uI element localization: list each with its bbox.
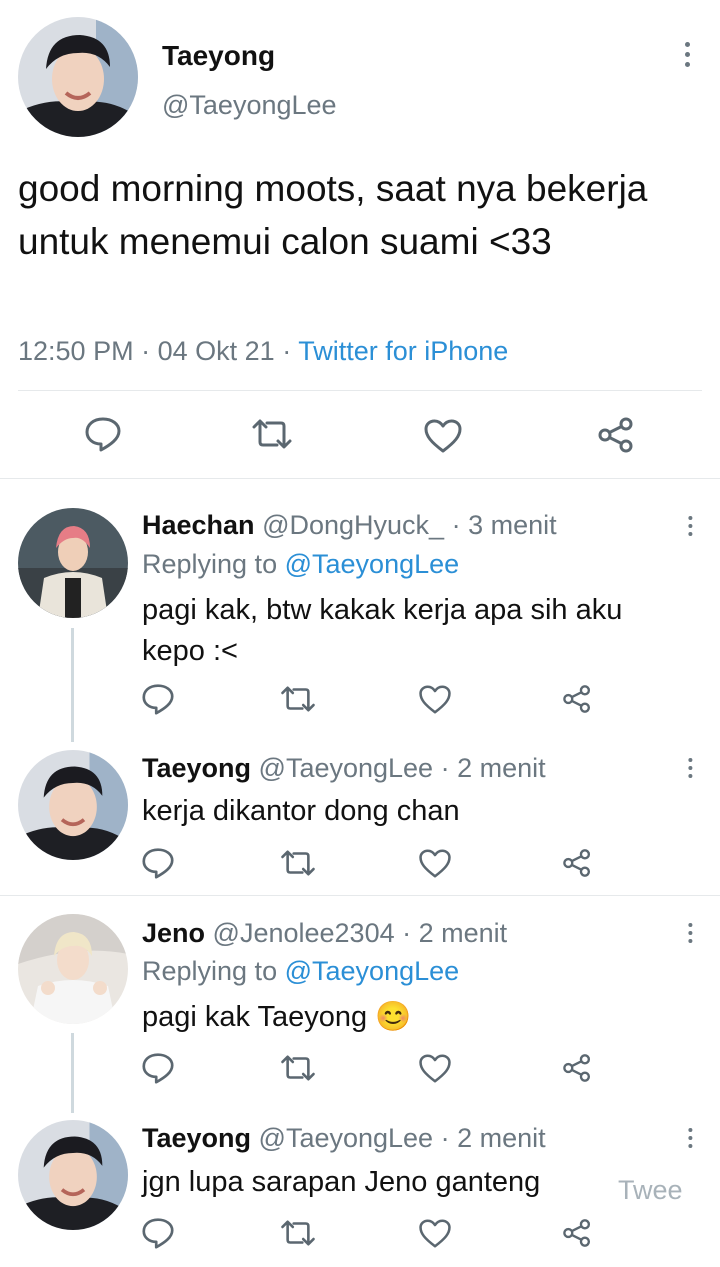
tweet-time: 12:50 PM — [18, 336, 134, 366]
reply-icon[interactable] — [141, 683, 175, 715]
tweet-source-link[interactable]: Twitter for iPhone — [298, 336, 508, 366]
separator: · — [440, 1123, 450, 1153]
reply-header: Taeyong @TaeyongLee · 2 menit — [142, 1123, 546, 1154]
like-icon[interactable] — [418, 1053, 452, 1084]
author-name[interactable]: Taeyong — [162, 40, 275, 72]
avatar[interactable] — [18, 750, 128, 860]
retweet-icon[interactable] — [279, 1219, 317, 1247]
like-icon[interactable] — [423, 418, 463, 454]
share-icon[interactable] — [562, 1053, 592, 1083]
tweet-compose-button[interactable]: Twee — [618, 1175, 683, 1206]
like-icon[interactable] — [418, 684, 452, 715]
reply-icon[interactable] — [84, 416, 122, 452]
retweet-icon[interactable] — [250, 418, 294, 450]
reply-text: pagi kak, btw kakak kerja apa sih aku ke… — [142, 594, 623, 667]
tweet-text: good morning moots, saat nya bekerja unt… — [18, 168, 648, 262]
author-handle[interactable]: @DongHyuck_ — [262, 510, 444, 540]
like-icon[interactable] — [418, 848, 452, 879]
timestamp: 3 menit — [468, 510, 557, 540]
share-icon[interactable] — [562, 684, 592, 714]
author-handle[interactable]: @TaeyongLee — [259, 1123, 434, 1153]
divider — [0, 478, 720, 479]
separator: · — [141, 336, 151, 366]
avatar[interactable] — [18, 508, 128, 618]
reply-header: Jeno @Jenolee2304 · 2 menit — [142, 918, 507, 949]
more-vertical-icon[interactable] — [682, 923, 698, 943]
share-icon[interactable] — [562, 848, 592, 878]
retweet-icon[interactable] — [279, 849, 317, 877]
timestamp: 2 menit — [457, 753, 546, 783]
replying-to-handle[interactable]: @TaeyongLee — [285, 956, 460, 986]
reply-icon[interactable] — [141, 847, 175, 879]
author-handle[interactable]: @TaeyongLee — [162, 90, 337, 121]
timestamp: 2 menit — [457, 1123, 546, 1153]
retweet-icon[interactable] — [279, 685, 317, 713]
more-vertical-icon[interactable] — [682, 758, 698, 778]
author-name[interactable]: Taeyong — [142, 1123, 251, 1153]
avatar[interactable] — [18, 914, 128, 1024]
reply-text: jgn lupa sarapan Jeno ganteng — [142, 1166, 541, 1198]
divider — [0, 895, 720, 896]
author-name[interactable]: Taeyong — [142, 753, 251, 783]
tweet-date: 04 Okt 21 — [157, 336, 275, 366]
smiling-face-emoji: 😊 — [375, 1001, 412, 1033]
tweet-meta: 12:50 PM · 04 Okt 21 · Twitter for iPhon… — [18, 336, 508, 367]
reply-text: kerja dikantor dong chan — [142, 795, 460, 827]
reply-text-content: pagi kak Taeyong — [142, 1001, 368, 1033]
author-name[interactable]: Jeno — [142, 918, 205, 948]
more-vertical-icon[interactable] — [677, 42, 697, 67]
replying-to: Replying to @TaeyongLee — [142, 549, 459, 580]
author-handle[interactable]: @TaeyongLee — [259, 753, 434, 783]
divider — [18, 390, 702, 391]
separator: · — [451, 510, 461, 540]
thread-line — [71, 628, 74, 742]
more-vertical-icon[interactable] — [682, 1128, 698, 1148]
like-icon[interactable] — [418, 1218, 452, 1249]
more-vertical-icon[interactable] — [682, 516, 698, 536]
avatar[interactable] — [18, 1120, 128, 1230]
replying-to: Replying to @TaeyongLee — [142, 956, 459, 987]
retweet-icon[interactable] — [279, 1054, 317, 1082]
reply-text: pagi kak Taeyong 😊 — [142, 997, 672, 1038]
author-name[interactable]: Haechan — [142, 510, 255, 540]
separator: · — [282, 336, 292, 366]
share-icon[interactable] — [562, 1218, 592, 1248]
author-handle[interactable]: @Jenolee2304 — [213, 918, 395, 948]
separator: · — [402, 918, 412, 948]
share-icon[interactable] — [597, 416, 635, 454]
replying-to-handle[interactable]: @TaeyongLee — [285, 549, 460, 579]
reply-header: Haechan @DongHyuck_ · 3 menit — [142, 510, 557, 541]
replying-to-label: Replying to — [142, 956, 278, 986]
thread-line — [71, 1033, 74, 1113]
replying-to-label: Replying to — [142, 549, 278, 579]
reply-header: Taeyong @TaeyongLee · 2 menit — [142, 753, 546, 784]
separator: · — [440, 753, 450, 783]
timestamp: 2 menit — [418, 918, 508, 948]
avatar[interactable] — [18, 17, 138, 137]
reply-icon[interactable] — [141, 1052, 175, 1084]
reply-icon[interactable] — [141, 1217, 175, 1249]
